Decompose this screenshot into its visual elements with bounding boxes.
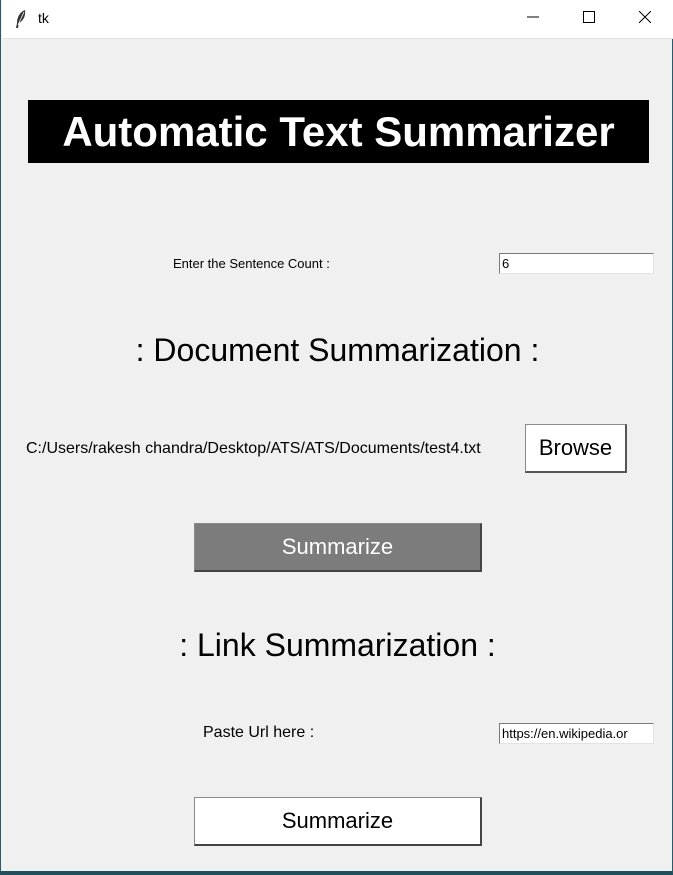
browse-button[interactable]: Browse bbox=[525, 424, 627, 473]
file-path-label: C:/Users/rakesh chandra/Desktop/ATS/ATS/… bbox=[26, 440, 481, 457]
title-bar[interactable]: tk bbox=[2, 0, 673, 39]
link-summarize-button[interactable]: Summarize bbox=[194, 797, 482, 846]
app-title-banner: Automatic Text Summarizer bbox=[28, 100, 649, 163]
minimize-icon bbox=[527, 10, 539, 28]
minimize-button[interactable] bbox=[505, 0, 561, 38]
close-button[interactable] bbox=[617, 0, 673, 38]
sentence-count-input[interactable] bbox=[499, 253, 654, 274]
url-input[interactable] bbox=[499, 723, 654, 744]
app-window: tk Automatic Text Summarizer Enter the S… bbox=[0, 0, 673, 875]
window-title: tk bbox=[38, 10, 49, 26]
maximize-button[interactable] bbox=[561, 0, 617, 38]
document-summarize-button[interactable]: Summarize bbox=[194, 523, 482, 572]
close-icon bbox=[638, 10, 652, 28]
url-label: Paste Url here : bbox=[203, 724, 315, 741]
feather-icon bbox=[14, 9, 30, 29]
document-summarization-heading: : Document Summarization : bbox=[135, 332, 540, 368]
link-summarization-heading: : Link Summarization : bbox=[179, 627, 496, 663]
sentence-count-label: Enter the Sentence Count : bbox=[173, 256, 330, 271]
maximize-icon bbox=[583, 10, 595, 28]
